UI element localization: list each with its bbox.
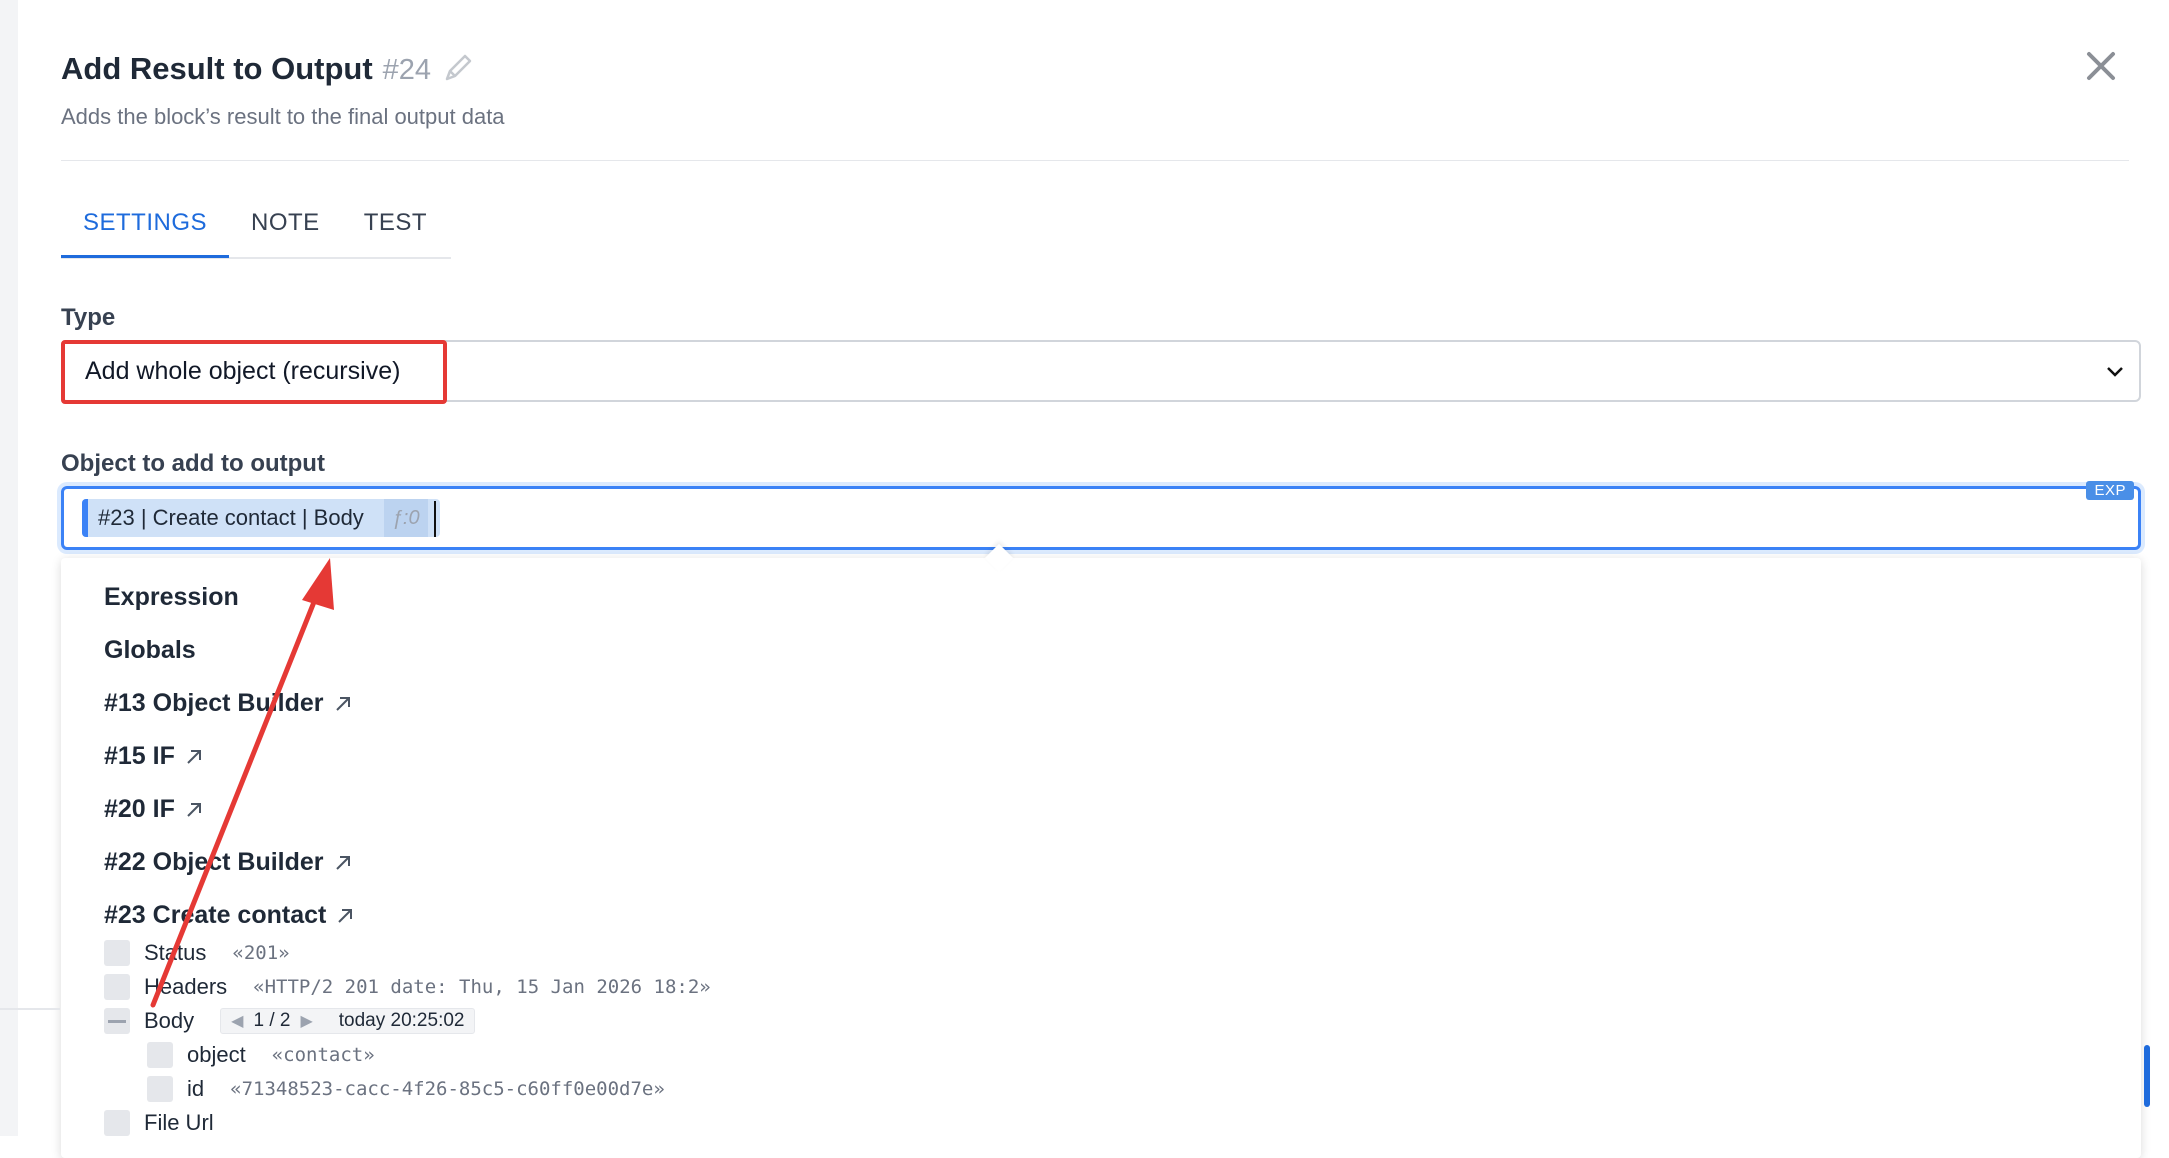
chevron-left-icon[interactable]: ◀ — [231, 1011, 243, 1031]
result-pager: ◀ 1 / 2 ▶ today 20:25:02 — [220, 1008, 476, 1034]
tree-value: «HTTP/2 201 date: Thu, 15 Jan 2026 18:2» — [253, 976, 711, 998]
dropdown-item-15-if[interactable]: #15 IF — [104, 742, 205, 771]
background-divider — [0, 1008, 60, 1010]
checkbox[interactable] — [104, 1110, 130, 1136]
external-link-icon[interactable] — [183, 799, 205, 821]
page-subtitle: Adds the block’s result to the final out… — [61, 104, 505, 129]
chip-label: #23 | Create contact | Body — [98, 505, 364, 530]
header-divider — [61, 160, 2129, 161]
chip-accent-bar — [82, 499, 88, 537]
tree-row-status[interactable]: Status «201» — [104, 940, 290, 966]
tree-value: «201» — [232, 942, 290, 964]
chip-function-count: ƒ:0 — [383, 499, 428, 537]
dropdown-item-expression[interactable]: Expression — [104, 583, 239, 612]
tree-key: object — [187, 1042, 246, 1067]
block-settings-panel: Add Result to Output #24 Adds the block’… — [18, 0, 2169, 1158]
chevron-down-icon — [2101, 358, 2129, 386]
tree-key: Headers — [144, 974, 228, 999]
tree-row-object[interactable]: object «contact» — [147, 1042, 375, 1068]
page-title: Add Result to Output — [61, 51, 373, 86]
tab-settings[interactable]: SETTINGS — [61, 195, 230, 258]
external-link-icon[interactable] — [334, 905, 356, 927]
pager-count: 1 / 2 — [253, 1010, 291, 1031]
dropdown-item-label: Expression — [104, 583, 239, 611]
tree-key: File Url — [144, 1110, 214, 1135]
block-id: #24 — [382, 54, 432, 86]
tree-key: Body — [144, 1008, 195, 1033]
result-timestamp: today 20:25:02 — [338, 1010, 465, 1031]
checkbox[interactable] — [147, 1042, 173, 1068]
left-strip — [0, 0, 19, 1136]
partial-button-edge[interactable] — [2144, 1045, 2150, 1107]
close-icon[interactable] — [2083, 48, 2119, 84]
tab-bar: SETTINGS NOTE TEST — [61, 195, 451, 259]
dropdown-item-label: #13 Object Builder — [104, 689, 324, 717]
dropdown-item-label: #20 IF — [104, 795, 175, 823]
variable-dropdown: Expression Globals #13 Object Builder #1… — [61, 543, 2141, 1158]
checkbox[interactable] — [104, 940, 130, 966]
title-row: Add Result to Output #24 — [61, 43, 477, 87]
dropdown-item-label: #23 Create contact — [104, 901, 327, 929]
dropdown-item-label: #15 IF — [104, 742, 175, 770]
text-caret — [434, 501, 436, 537]
tree-value: «71348523-cacc-4f26-85c5-c60ff0e00d7e» — [230, 1078, 665, 1100]
dropdown-item-label: #22 Object Builder — [104, 848, 324, 876]
pencil-icon[interactable] — [441, 49, 477, 85]
object-expression-input[interactable]: #23 | Create contact | Body ƒ:0 EXP — [61, 481, 2141, 550]
tree-key: id — [187, 1076, 205, 1101]
checkbox[interactable] — [104, 974, 130, 1000]
dropdown-item-23-create-contact[interactable]: #23 Create contact — [104, 901, 356, 930]
dropdown-item-label: Globals — [104, 636, 196, 664]
chevron-right-icon[interactable]: ▶ — [300, 1011, 312, 1031]
checkbox[interactable] — [147, 1076, 173, 1102]
exp-badge[interactable]: EXP — [2086, 481, 2134, 500]
expression-chip[interactable]: #23 | Create contact | Body ƒ:0 — [82, 499, 440, 537]
tab-test[interactable]: TEST — [342, 195, 449, 255]
external-link-icon[interactable] — [183, 746, 205, 768]
dropdown-item-20-if[interactable]: #20 IF — [104, 795, 205, 824]
external-link-icon[interactable] — [332, 852, 354, 874]
external-link-icon[interactable] — [332, 693, 354, 715]
tree-value: «contact» — [271, 1044, 375, 1066]
tree-row-id[interactable]: id «71348523-cacc-4f26-85c5-c60ff0e00d7e… — [147, 1076, 665, 1102]
dropdown-item-22-object-builder[interactable]: #22 Object Builder — [104, 848, 354, 877]
dropdown-item-globals[interactable]: Globals — [104, 636, 196, 665]
tree-row-file-url[interactable]: File Url — [104, 1110, 214, 1136]
object-label: Object to add to output — [61, 450, 325, 477]
tab-note[interactable]: NOTE — [229, 195, 342, 255]
tree-row-headers[interactable]: Headers «HTTP/2 201 date: Thu, 15 Jan 20… — [104, 974, 711, 1000]
tree-key: Status — [144, 940, 207, 965]
collapse-checkbox[interactable] — [104, 1008, 130, 1034]
annotation-highlight-box — [61, 340, 447, 404]
tree-row-body[interactable]: Body ◀ 1 / 2 ▶ today 20:25:02 — [104, 1008, 476, 1034]
dropdown-item-13-object-builder[interactable]: #13 Object Builder — [104, 689, 354, 718]
type-label: Type — [61, 304, 116, 331]
